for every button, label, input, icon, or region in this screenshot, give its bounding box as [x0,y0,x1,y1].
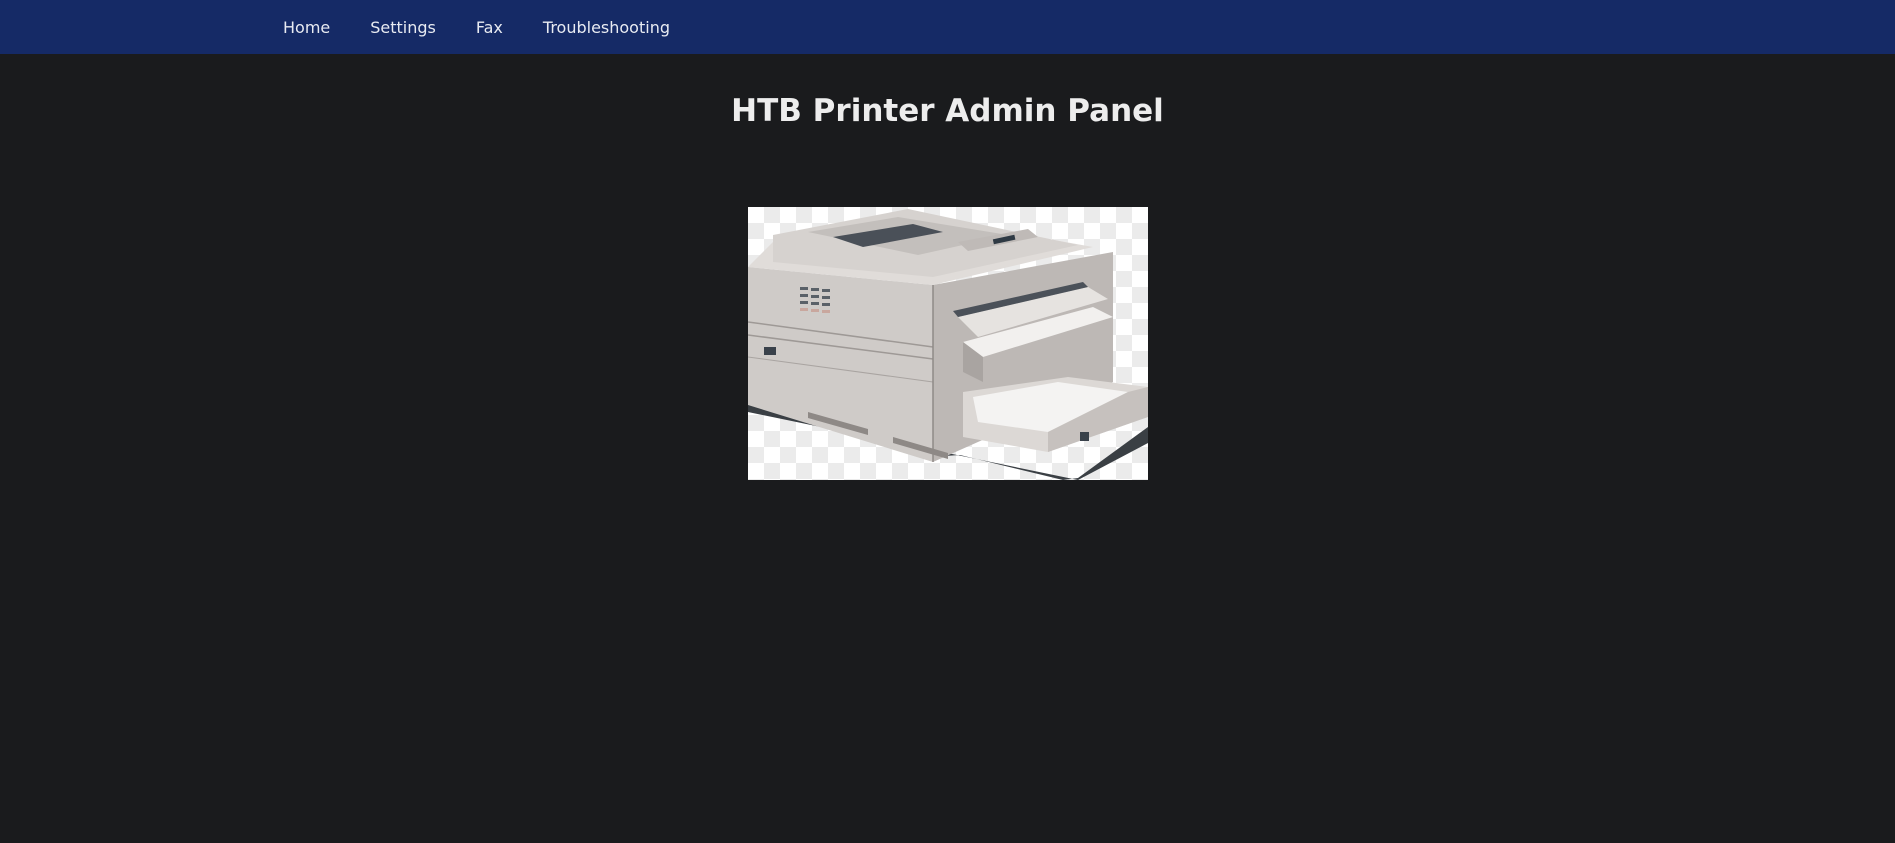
nav-settings-link[interactable]: Settings [350,18,456,37]
top-navbar: Home Settings Fax Troubleshooting [0,0,1895,54]
page-title: HTB Printer Admin Panel [731,93,1164,129]
nav-troubleshooting-link[interactable]: Troubleshooting [523,18,690,37]
printer-image [748,207,1148,480]
nav-menu: Home Settings Fax Troubleshooting [263,0,690,54]
printer-icon [748,209,1148,480]
nav-fax-link[interactable]: Fax [456,18,523,37]
nav-home-link[interactable]: Home [263,18,350,37]
